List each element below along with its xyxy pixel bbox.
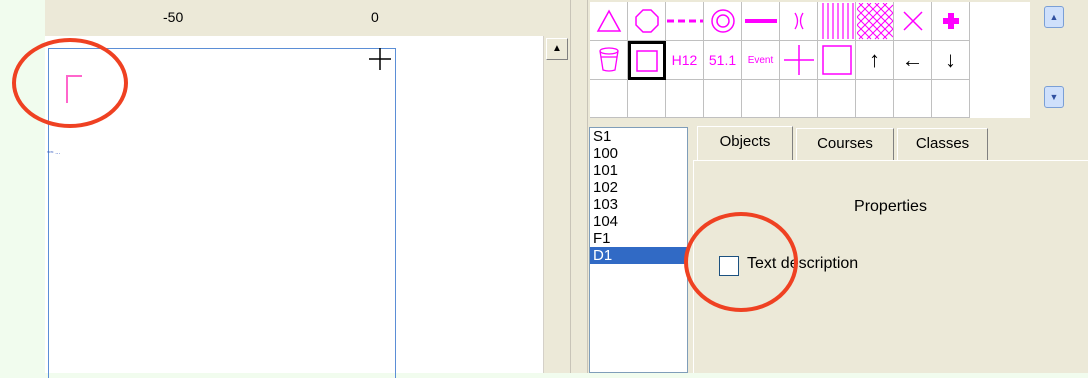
list-item[interactable]: S1 [590, 128, 687, 145]
finish-double-circle-icon[interactable] [704, 2, 742, 41]
out-of-bounds-hatch-icon[interactable] [818, 2, 856, 41]
highlight-ring-checkbox [684, 212, 798, 312]
tab-courses[interactable]: Courses [796, 128, 894, 160]
crosshair-icon [369, 48, 391, 70]
list-item[interactable]: F1 [590, 230, 687, 247]
palette-row3-cell[interactable] [894, 80, 932, 118]
list-item[interactable]: 101 [590, 162, 687, 179]
palette-row3-cell[interactable] [590, 80, 628, 118]
palette-scroll-down-button[interactable]: ▼ [1044, 86, 1064, 108]
description-511-icon[interactable]: 51.1 [704, 41, 742, 80]
list-item[interactable]: 103 [590, 196, 687, 213]
arrow-down-icon[interactable]: ↓ [932, 41, 970, 80]
horizontal-ruler: -50 0 [45, 0, 570, 36]
palette-event-label: Event [747, 54, 774, 66]
crossing-mark-icon[interactable] [780, 41, 818, 80]
dashed-line-icon[interactable] [666, 2, 704, 41]
thick-line-icon[interactable] [742, 2, 780, 41]
control-list[interactable]: S1 100 101 102 103 104 F1 D1 [589, 127, 688, 373]
list-item[interactable]: 104 [590, 213, 687, 230]
forbidden-cross-icon[interactable] [894, 2, 932, 41]
arrow-up-glyph: ↑ [869, 47, 880, 72]
palette-511-label: 51.1 [708, 52, 737, 68]
start-triangle-icon[interactable] [590, 2, 628, 41]
palette-row3-cell[interactable] [666, 80, 704, 118]
map-small-label: ≈≈ ... [47, 150, 61, 156]
map-vertical-scrollbar[interactable] [543, 36, 571, 373]
arrow-down-glyph: ↓ [945, 47, 956, 72]
list-item[interactable]: 102 [590, 179, 687, 196]
arrow-left-glyph: ← [901, 47, 924, 72]
palette-row3-cell[interactable] [818, 80, 856, 118]
arrow-up-icon[interactable]: ↑ [856, 41, 894, 80]
pane-splitter[interactable] [570, 0, 588, 373]
list-item-selected[interactable]: D1 [590, 247, 687, 264]
control-circle-icon[interactable] [628, 2, 666, 41]
ruler-tick-zero: 0 [371, 9, 379, 25]
palette-row3-cell[interactable] [742, 80, 780, 118]
tab-objects[interactable]: Objects [697, 126, 793, 160]
tab-classes[interactable]: Classes [897, 128, 988, 160]
map-scroll-up-button[interactable]: ▲ [546, 38, 568, 60]
palette-row3-cell[interactable] [704, 80, 742, 118]
refreshment-cup-icon[interactable] [590, 41, 628, 80]
palette-row3-cell[interactable] [628, 80, 666, 118]
palette-h12-label: H12 [671, 52, 698, 68]
rectangle-tool-icon[interactable] [628, 41, 666, 80]
large-rectangle-icon[interactable] [818, 41, 856, 80]
crossing-point-icon[interactable] [780, 2, 818, 41]
palette-row3-cell[interactable] [856, 80, 894, 118]
palette-row3-cell[interactable] [932, 80, 970, 118]
ruler-tick-minus50: -50 [163, 9, 184, 25]
palette-scroll-up-button[interactable]: ▲ [1044, 6, 1064, 28]
list-item[interactable]: 100 [590, 145, 687, 162]
event-text-icon[interactable]: Event [742, 41, 780, 80]
dangerous-area-crosshatch-icon[interactable] [856, 2, 894, 41]
first-aid-icon[interactable] [932, 2, 970, 41]
palette-row3-cell[interactable] [780, 80, 818, 118]
description-h12-icon[interactable]: H12 [666, 41, 704, 80]
symbol-palette-grid: H12 51.1 Event ↑ ← ↓ [590, 2, 1030, 118]
arrow-left-icon[interactable]: ← [894, 41, 932, 80]
highlight-ring-corner [12, 38, 128, 128]
